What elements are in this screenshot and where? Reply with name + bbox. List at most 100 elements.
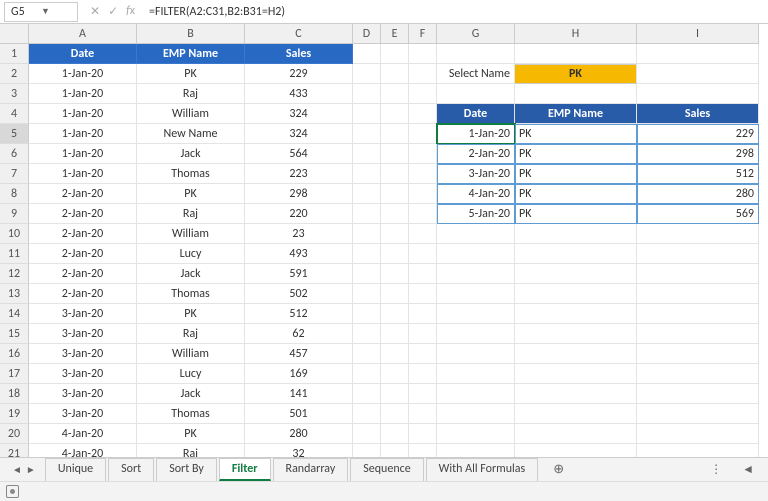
- data-cell[interactable]: 2-Jan-20: [29, 244, 137, 264]
- cell[interactable]: [353, 164, 381, 184]
- cell[interactable]: [409, 284, 437, 304]
- col-header-E[interactable]: E: [381, 24, 409, 44]
- data-cell[interactable]: 2-Jan-20: [29, 264, 137, 284]
- cell[interactable]: [637, 424, 759, 444]
- cell[interactable]: [515, 324, 637, 344]
- row-header[interactable]: 5: [0, 124, 29, 144]
- cell[interactable]: [409, 144, 437, 164]
- filter-cell[interactable]: 5-Jan-20: [437, 204, 515, 224]
- cell[interactable]: [409, 344, 437, 364]
- col-header-I[interactable]: I: [637, 24, 759, 44]
- data-cell[interactable]: 298: [245, 184, 353, 204]
- cell[interactable]: [437, 284, 515, 304]
- cell[interactable]: [515, 284, 637, 304]
- filter-cell[interactable]: 3-Jan-20: [437, 164, 515, 184]
- cell[interactable]: [437, 344, 515, 364]
- cell[interactable]: [409, 104, 437, 124]
- cell[interactable]: [637, 324, 759, 344]
- col-header-C[interactable]: C: [245, 24, 353, 44]
- filter-cell[interactable]: PK: [515, 164, 637, 184]
- col-header-D[interactable]: D: [353, 24, 381, 44]
- cell[interactable]: [515, 44, 637, 64]
- cell[interactable]: [381, 144, 409, 164]
- col-header-B[interactable]: B: [137, 24, 245, 44]
- data-cell[interactable]: Thomas: [137, 284, 245, 304]
- cell[interactable]: [637, 264, 759, 284]
- cell[interactable]: [437, 384, 515, 404]
- filter-cell[interactable]: 4-Jan-20: [437, 184, 515, 204]
- filter-cell[interactable]: 229: [637, 124, 759, 144]
- cell[interactable]: [353, 424, 381, 444]
- data-cell[interactable]: 4-Jan-20: [29, 424, 137, 444]
- chevron-down-icon[interactable]: ▼: [41, 6, 71, 17]
- cell[interactable]: [409, 304, 437, 324]
- select-name-value[interactable]: PK: [515, 64, 637, 84]
- filter-cell[interactable]: PK: [515, 144, 637, 164]
- filter-cell[interactable]: 569: [637, 204, 759, 224]
- cell[interactable]: [381, 264, 409, 284]
- cell[interactable]: [353, 304, 381, 324]
- data-cell[interactable]: William: [137, 104, 245, 124]
- cell[interactable]: [353, 344, 381, 364]
- new-sheet-button[interactable]: ⊕: [547, 462, 570, 477]
- data-cell[interactable]: 3-Jan-20: [29, 324, 137, 344]
- cell[interactable]: [409, 164, 437, 184]
- row-header[interactable]: 17: [0, 364, 29, 384]
- cell[interactable]: [409, 64, 437, 84]
- tab-scroll-icon[interactable]: ◄: [732, 462, 764, 477]
- record-macro-icon[interactable]: [6, 485, 19, 498]
- sheet-tab[interactable]: Unique: [45, 458, 106, 481]
- cell[interactable]: [437, 424, 515, 444]
- row-header[interactable]: 12: [0, 264, 29, 284]
- cell[interactable]: [353, 244, 381, 264]
- cell[interactable]: [353, 384, 381, 404]
- row-header[interactable]: 4: [0, 104, 29, 124]
- cell[interactable]: [637, 384, 759, 404]
- formula-input[interactable]: =FILTER(A2:C31,B2:B31=H2): [143, 5, 768, 19]
- row-header[interactable]: 3: [0, 84, 29, 104]
- data-cell[interactable]: PK: [137, 424, 245, 444]
- cell[interactable]: [381, 164, 409, 184]
- cell[interactable]: [515, 304, 637, 324]
- cell[interactable]: [637, 344, 759, 364]
- data-cell[interactable]: Raj: [137, 324, 245, 344]
- cell[interactable]: [437, 244, 515, 264]
- row-header[interactable]: 6: [0, 144, 29, 164]
- cell[interactable]: [353, 64, 381, 84]
- data-cell[interactable]: Lucy: [137, 244, 245, 264]
- cell[interactable]: [515, 84, 637, 104]
- row-header[interactable]: 7: [0, 164, 29, 184]
- fx-icon[interactable]: fx: [126, 4, 135, 19]
- cell[interactable]: [381, 324, 409, 344]
- data-cell[interactable]: 1-Jan-20: [29, 104, 137, 124]
- data-cell[interactable]: 433: [245, 84, 353, 104]
- data-cell[interactable]: PK: [137, 304, 245, 324]
- cell[interactable]: [353, 404, 381, 424]
- cell[interactable]: [409, 224, 437, 244]
- data-cell[interactable]: 591: [245, 264, 353, 284]
- cell[interactable]: [381, 204, 409, 224]
- row-header[interactable]: 18: [0, 384, 29, 404]
- sheet-tab[interactable]: Filter: [219, 458, 271, 481]
- tab-options-icon[interactable]: ⋮: [700, 462, 732, 477]
- filter-cell[interactable]: 1-Jan-20: [437, 124, 515, 144]
- filter-cell[interactable]: 298: [637, 144, 759, 164]
- sheet-tab[interactable]: Sort: [108, 458, 154, 481]
- col-header-A[interactable]: A: [29, 24, 137, 44]
- data-cell[interactable]: 457: [245, 344, 353, 364]
- data-cell[interactable]: Jack: [137, 264, 245, 284]
- cell[interactable]: [515, 264, 637, 284]
- data-cell[interactable]: 564: [245, 144, 353, 164]
- cell[interactable]: [409, 184, 437, 204]
- cell[interactable]: [381, 384, 409, 404]
- cell[interactable]: [409, 84, 437, 104]
- cell[interactable]: [637, 404, 759, 424]
- row-header[interactable]: 8: [0, 184, 29, 204]
- row-header[interactable]: 1: [0, 44, 29, 64]
- cell[interactable]: [381, 184, 409, 204]
- cell[interactable]: [381, 124, 409, 144]
- filter-cell[interactable]: 280: [637, 184, 759, 204]
- data-cell[interactable]: 23: [245, 224, 353, 244]
- data-cell[interactable]: 3-Jan-20: [29, 404, 137, 424]
- cell[interactable]: [409, 204, 437, 224]
